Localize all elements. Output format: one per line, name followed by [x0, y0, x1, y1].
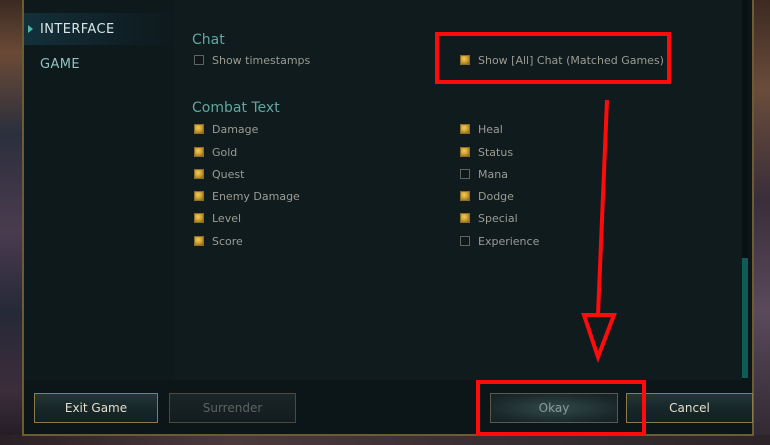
checkbox-level[interactable]: Level [194, 210, 241, 226]
game-background-bottom [0, 435, 770, 445]
cancel-button[interactable]: Cancel [626, 393, 753, 423]
surrender-button[interactable]: Surrender [169, 393, 296, 423]
checkbox-dodge[interactable]: Dodge [460, 188, 514, 204]
checkbox-checked-icon [460, 191, 470, 201]
checkbox-show-all-chat[interactable]: Show [All] Chat (Matched Games) [460, 52, 664, 68]
checkbox-label: Enemy Damage [212, 189, 300, 203]
checkbox-label: Gold [212, 145, 238, 159]
checkbox-show-timestamps[interactable]: Show timestamps [194, 52, 310, 68]
game-background-left [0, 0, 22, 445]
checkbox-checked-icon [460, 147, 470, 157]
checkbox-label: Status [478, 145, 514, 159]
checkbox-checked-icon [460, 55, 470, 65]
checkbox-status[interactable]: Status [460, 144, 513, 160]
checkbox-label: Score [212, 234, 243, 248]
checkbox-damage[interactable]: Damage [194, 121, 258, 137]
checkbox-checked-icon [194, 169, 204, 179]
checkbox-checked-icon [460, 124, 470, 134]
checkbox-icon [460, 169, 470, 179]
checkbox-quest[interactable]: Quest [194, 166, 244, 182]
checkbox-mana[interactable]: Mana [460, 166, 508, 182]
checkbox-checked-icon [194, 147, 204, 157]
checkbox-gold[interactable]: Gold [194, 144, 237, 160]
checkbox-label: Mana [478, 167, 508, 181]
exit-game-button[interactable]: Exit Game [34, 393, 158, 423]
section-title-combat-text: Combat Text [192, 100, 280, 116]
checkbox-heal[interactable]: Heal [460, 121, 503, 137]
sidebar-item-game[interactable]: GAME [24, 48, 174, 80]
checkbox-icon [460, 236, 470, 246]
game-background-right [754, 0, 770, 445]
checkbox-label: Dodge [478, 189, 514, 203]
checkbox-icon [194, 55, 204, 65]
dialog-footer: Exit Game Surrender Okay Cancel [24, 380, 753, 434]
options-dialog: INTERFACE GAME Chat Show timestamps Show… [22, 0, 754, 436]
checkbox-special[interactable]: Special [460, 210, 518, 226]
okay-button[interactable]: Okay [490, 393, 618, 423]
checkbox-checked-icon [194, 124, 204, 134]
checkbox-checked-icon [194, 213, 204, 223]
sidebar-item-label: INTERFACE [40, 21, 115, 37]
checkbox-score[interactable]: Score [194, 233, 243, 249]
checkbox-label: Heal [478, 122, 503, 136]
sidebar-item-label: GAME [40, 56, 80, 72]
checkbox-checked-icon [194, 191, 204, 201]
checkbox-checked-icon [194, 236, 204, 246]
sidebar-item-interface[interactable]: INTERFACE [24, 13, 174, 45]
checkbox-label: Quest [212, 167, 245, 181]
checkbox-enemy-damage[interactable]: Enemy Damage [194, 188, 300, 204]
checkbox-label: Experience [478, 234, 540, 248]
options-sidebar: INTERFACE GAME [24, 0, 174, 380]
checkbox-label: Level [212, 211, 242, 225]
section-title-chat: Chat [192, 32, 225, 48]
checkbox-label: Show [All] Chat (Matched Games) [478, 53, 664, 67]
checkbox-label: Special [478, 211, 518, 225]
checkbox-checked-icon [460, 213, 470, 223]
checkbox-experience[interactable]: Experience [460, 233, 539, 249]
options-content-panel: Chat Show timestamps Show [All] Chat (Ma… [174, 0, 748, 380]
checkbox-label: Damage [212, 122, 259, 136]
chevron-right-icon [28, 25, 33, 33]
checkbox-label: Show timestamps [212, 53, 311, 67]
scrollbar-thumb[interactable] [742, 258, 748, 378]
